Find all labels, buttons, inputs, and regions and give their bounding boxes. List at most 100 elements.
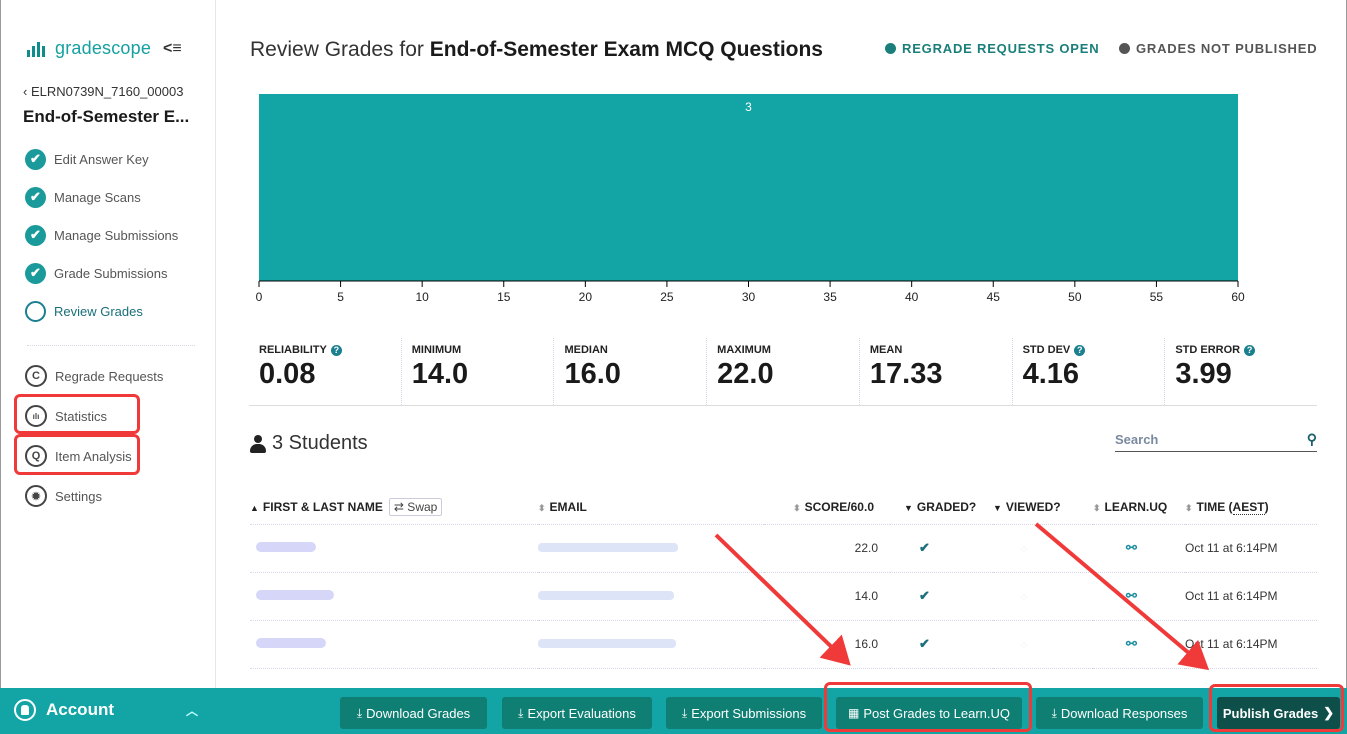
assignment-name: End-of-Semester Exam MCQ Questions	[429, 38, 823, 61]
step-manage-scans[interactable]: ✔ Manage Scans	[25, 178, 178, 216]
redacted-name[interactable]	[256, 638, 326, 648]
button-label: Download Responses	[1060, 705, 1188, 721]
column-header-graded[interactable]: ▼ GRADED?	[890, 490, 993, 525]
table-row: 16.0 ✔ ◌ ⚯ Oct 11 at 6:14PM	[250, 620, 1317, 669]
sidebar-item-label: Settings	[55, 488, 102, 504]
sidebar-item-regrade-requests[interactable]: C Regrade Requests	[25, 356, 163, 396]
time-cell: Oct 11 at 6:14PM	[1185, 620, 1317, 669]
score-cell[interactable]: 16.0	[764, 620, 890, 669]
step-edit-answer-key[interactable]: ✔ Edit Answer Key	[25, 140, 178, 178]
score-histogram: 30 5 10 15 20 25 30 35 40 45 50 55 60	[256, 94, 1245, 304]
score-cell[interactable]: 14.0	[764, 572, 890, 621]
redacted-email	[538, 591, 674, 600]
student-name-cell[interactable]	[250, 572, 538, 621]
action-bar: Account ︿ ⤓ Download Grades ⤓ Export Evalu…	[0, 688, 1347, 734]
histogram-bar[interactable]	[259, 94, 1238, 281]
sort-desc-icon: ▼	[904, 502, 913, 513]
column-header-learn-uq[interactable]: ⬍ LEARN.UQ	[1093, 490, 1185, 525]
stat-label: MEAN	[869, 344, 903, 356]
button-label: Download Grades	[366, 705, 471, 721]
x-tick-label: 45	[987, 290, 1001, 304]
score-cell[interactable]: 22.0	[764, 524, 890, 573]
swap-name-button[interactable]: ⇄ Swap	[388, 497, 443, 516]
chevron-up-icon[interactable]: ︿	[186, 702, 198, 719]
check-icon: ✔	[919, 636, 930, 651]
viewed-cell: ◌	[993, 572, 1093, 621]
export-evaluations-button[interactable]: ⤓ Export Evaluations	[502, 697, 652, 729]
download-responses-button[interactable]: ⤓ Download Responses	[1036, 697, 1203, 729]
help-icon[interactable]: ?	[1074, 344, 1086, 356]
course-back-link[interactable]: ‹ ELRN0739N_7160_00003	[23, 84, 183, 99]
x-tick-label: 5	[337, 290, 344, 304]
x-tick-label: 10	[415, 290, 429, 304]
step-manage-submissions[interactable]: ✔ Manage Submissions	[25, 216, 178, 254]
help-icon[interactable]: ?	[330, 344, 342, 356]
gradescope-logo[interactable]: gradescope	[27, 38, 151, 59]
redacted-name[interactable]	[256, 590, 334, 600]
link-icon[interactable]: ⚯	[1126, 588, 1137, 603]
stat-label: STD ERROR	[1175, 344, 1241, 356]
stat-value: 3.99	[1175, 358, 1232, 390]
link-icon[interactable]: ⚯	[1126, 540, 1137, 555]
check-circle-icon: ✔	[25, 186, 46, 208]
learn-uq-cell[interactable]: ⚯	[1093, 572, 1185, 621]
redacted-name[interactable]	[256, 542, 316, 552]
step-label: Edit Answer Key	[54, 151, 149, 167]
column-label: FIRST & LAST NAME	[262, 499, 383, 514]
stat-std-error: STD ERROR? 3.99	[1164, 338, 1317, 405]
sort-icon: ⬍	[793, 502, 801, 513]
step-review-grades[interactable]: Review Grades	[25, 292, 178, 330]
button-label: Export Evaluations	[527, 705, 636, 721]
learn-uq-cell[interactable]: ⚯	[1093, 620, 1185, 669]
step-label: Review Grades	[54, 303, 143, 319]
column-label: VIEWED?	[1005, 499, 1061, 514]
bar-count-label: 3	[745, 100, 752, 114]
step-label: Grade Submissions	[54, 265, 168, 281]
workflow-steps: ✔ Edit Answer Key ✔ Manage Scans ✔ Manag…	[25, 140, 178, 330]
check-circle-icon: ✔	[25, 148, 46, 170]
graded-cell: ✔	[890, 620, 993, 669]
help-icon[interactable]: ?	[1244, 344, 1256, 356]
student-email-cell	[538, 524, 764, 573]
stat-std-dev: STD DEV? 4.16	[1011, 338, 1165, 405]
table-header-row: ▲ FIRST & LAST NAME ⇄ Swap ⬍ EMAIL ⬍ SCORE/6…	[250, 490, 1317, 525]
highlight-publish-grades	[1209, 684, 1344, 732]
students-heading: 3 Students	[250, 432, 368, 455]
column-label: SCORE/60.0	[804, 499, 874, 514]
highlight-post-grades	[824, 682, 1032, 732]
student-name-cell[interactable]	[250, 620, 538, 669]
sort-desc-icon: ▼	[993, 502, 1002, 513]
column-label: )	[1264, 499, 1269, 514]
stat-maximum: MAXIMUM 22.0	[706, 338, 859, 405]
time-cell: Oct 11 at 6:14PM	[1185, 572, 1317, 621]
table-row: 14.0 ✔ ◌ ⚯ Oct 11 at 6:14PM	[250, 572, 1317, 621]
search-icon[interactable]: ⚲	[1307, 431, 1317, 448]
column-label: TIME (	[1196, 499, 1233, 514]
search-input[interactable]	[1115, 432, 1285, 447]
column-label: GRADED?	[916, 499, 977, 514]
collapse-sidebar-button[interactable]: <≡	[163, 40, 182, 58]
x-tick-label: 60	[1231, 290, 1245, 304]
link-icon[interactable]: ⚯	[1126, 636, 1137, 651]
student-name-cell[interactable]	[250, 524, 538, 573]
account-menu[interactable]: Account	[14, 699, 114, 721]
download-icon: ⤓	[518, 705, 524, 720]
column-header-name[interactable]: ▲ FIRST & LAST NAME ⇄ Swap	[250, 490, 538, 525]
export-submissions-button[interactable]: ⤓ Export Submissions	[666, 697, 822, 729]
sort-asc-icon: ▲	[250, 502, 259, 513]
viewed-cell: ◌	[993, 620, 1093, 669]
stat-label: MINIMUM	[411, 344, 462, 356]
account-label: Account	[46, 700, 114, 719]
column-header-time[interactable]: ⬍ TIME (AEST)	[1185, 490, 1317, 525]
students-count: 3 Students	[272, 432, 368, 454]
column-header-viewed[interactable]: ▼ VIEWED?	[993, 490, 1093, 525]
download-grades-button[interactable]: ⤓ Download Grades	[340, 697, 487, 729]
column-header-score[interactable]: ⬍ SCORE/60.0	[764, 490, 890, 525]
sidebar-item-settings[interactable]: ✹ Settings	[25, 476, 163, 516]
stat-label: MEDIAN	[564, 344, 608, 356]
step-grade-submissions[interactable]: ✔ Grade Submissions	[25, 254, 178, 292]
timezone-abbr[interactable]: AEST	[1232, 499, 1265, 515]
column-label: EMAIL	[549, 499, 587, 514]
column-header-email[interactable]: ⬍ EMAIL	[538, 490, 764, 525]
learn-uq-cell[interactable]: ⚯	[1093, 524, 1185, 573]
